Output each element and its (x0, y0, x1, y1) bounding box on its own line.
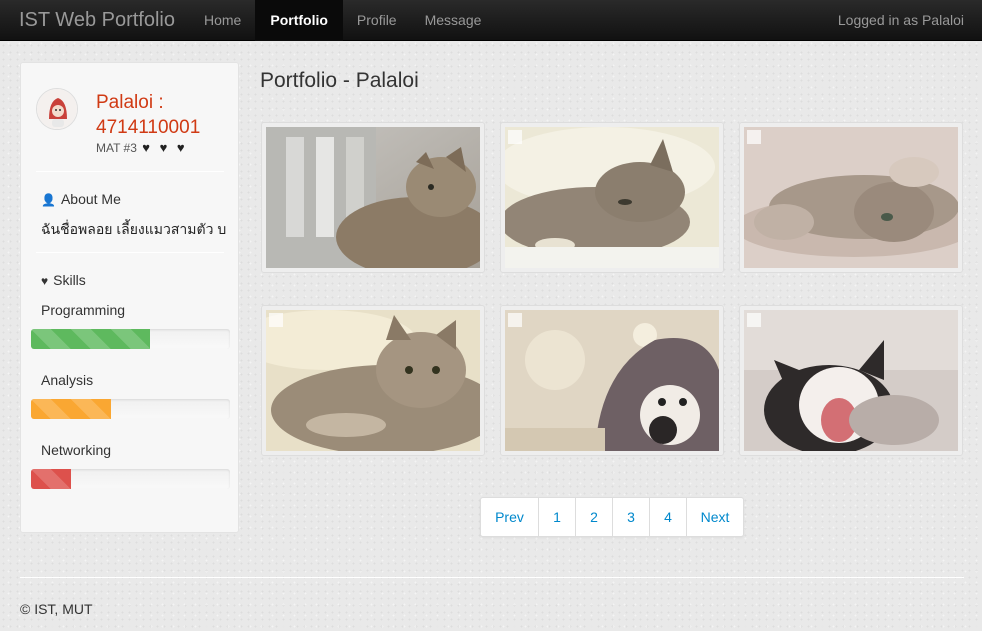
skills-title: Skills (53, 272, 86, 288)
watermark-badge (747, 130, 761, 144)
watermark-badge (508, 313, 522, 327)
cat-photo-5[interactable] (505, 310, 719, 451)
skill-bar-programming (31, 329, 151, 349)
skill-progress-networking (31, 469, 230, 489)
nav-profile[interactable]: Profile (343, 0, 411, 41)
next-page-button[interactable]: Next (687, 498, 743, 536)
divider (36, 171, 224, 172)
page-3-button[interactable]: 3 (613, 498, 650, 536)
mat-label: MAT #3 (96, 141, 137, 155)
top-navbar: IST Web Portfolio Home Portfolio Profile… (0, 0, 982, 41)
watermark-badge (508, 130, 522, 144)
page-4-button[interactable]: 4 (650, 498, 687, 536)
avatar-image (37, 89, 77, 129)
skill-label-programming: Programming (41, 302, 126, 318)
cat-photo-6[interactable] (744, 310, 958, 451)
nav-portfolio[interactable]: Portfolio (255, 0, 343, 41)
skill-bar-networking (31, 469, 71, 489)
cat-photo-4[interactable] (266, 310, 480, 451)
portfolio-thumbnail[interactable] (739, 122, 963, 273)
skills-heading: ♥ Skills (41, 272, 86, 288)
page-title: Portfolio - Palaloi (260, 69, 419, 92)
footer-divider (20, 577, 964, 578)
nav-message[interactable]: Message (411, 0, 496, 41)
portfolio-thumbnail[interactable] (739, 305, 963, 456)
pagination: Prev 1 2 3 4 Next (480, 497, 744, 537)
brand-title[interactable]: IST Web Portfolio (19, 9, 175, 32)
cat-photo-3[interactable] (744, 127, 958, 268)
portfolio-thumbnail[interactable] (500, 122, 724, 273)
prev-page-button[interactable]: Prev (481, 498, 539, 536)
page-1-button[interactable]: 1 (539, 498, 576, 536)
watermark-badge (269, 313, 283, 327)
user-student-id: 4714110001 (96, 117, 201, 138)
cat-photo-1[interactable] (266, 127, 480, 268)
skill-label-networking: Networking (41, 442, 112, 458)
footer-copyright: © IST, MUT (20, 601, 93, 617)
skill-label-analysis: Analysis (41, 372, 94, 388)
nav-home[interactable]: Home (190, 0, 255, 41)
user-mat: MAT #3 ♥ ♥ ♥ (96, 140, 188, 155)
portfolio-thumbnail[interactable] (261, 122, 485, 273)
main-nav: Home Portfolio Profile Message (190, 0, 495, 41)
cat-photo-2[interactable] (505, 127, 719, 268)
heart-icon: ♥ (41, 274, 49, 288)
divider (36, 252, 224, 253)
about-me-title: About Me (60, 191, 121, 207)
user-name: Palaloi : 4714110001 (96, 90, 236, 140)
logged-in-status: Logged in as Palaloi (837, 12, 964, 28)
about-me-text: ฉันชื่อพลอย เลี้ยงแมวสามตัว บ (41, 221, 226, 237)
portfolio-thumbnail[interactable] (500, 305, 724, 456)
profile-sidebar: Palaloi : 4714110001 MAT #3 ♥ ♥ ♥ 👤 About… (20, 62, 239, 533)
watermark-badge (747, 313, 761, 327)
skill-bar-analysis (31, 399, 111, 419)
portfolio-thumbnail[interactable] (261, 305, 485, 456)
skill-progress-analysis (31, 399, 230, 419)
page-2-button[interactable]: 2 (576, 498, 613, 536)
user-name-text: Palaloi : (96, 92, 164, 113)
user-icon: 👤 (41, 193, 56, 207)
skill-progress-programming (31, 329, 230, 349)
about-me-heading: 👤 About Me (41, 191, 121, 207)
heart-rating-icons: ♥ ♥ ♥ (142, 140, 188, 155)
avatar (36, 88, 78, 130)
